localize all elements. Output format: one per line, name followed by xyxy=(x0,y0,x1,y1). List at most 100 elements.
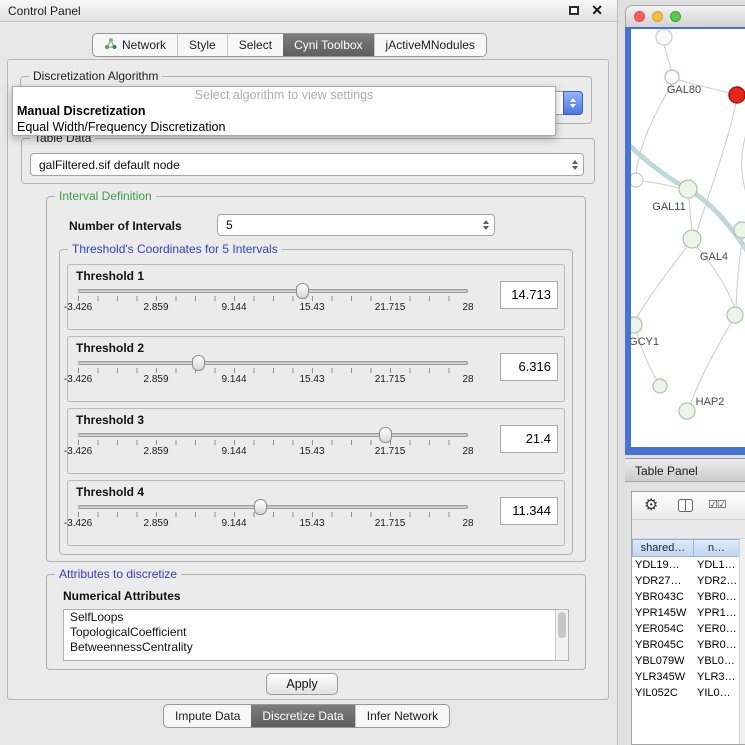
network-window-titlebar[interactable] xyxy=(625,5,745,27)
table-cell[interactable]: YDL1… xyxy=(694,557,740,573)
columns-icon[interactable] xyxy=(678,499,693,517)
table-row[interactable]: YIL052C YIL0… xyxy=(632,685,745,701)
tab-select[interactable]: Select xyxy=(227,34,283,56)
network-node-label: GAL80 xyxy=(667,84,701,96)
table-row[interactable]: YER054C YER0… xyxy=(632,621,745,637)
threshold-box-1: Threshold 1 -3.426 2.859 9.144 15.43 21.… xyxy=(67,264,565,330)
table-cell[interactable]: YBR0… xyxy=(694,589,740,605)
menu-item-equal-width[interactable]: Equal Width/Frequency Discretization xyxy=(13,119,555,135)
network-node[interactable] xyxy=(729,87,745,103)
table-cell[interactable]: YER054C xyxy=(632,621,694,637)
updown-arrows-icon xyxy=(572,154,578,175)
threshold-box-3: Threshold 3 -3.426 2.859 9.144 15.43 21.… xyxy=(67,408,565,474)
network-node[interactable] xyxy=(656,29,672,45)
gear-icon[interactable] xyxy=(644,495,658,515)
tab-label: Select xyxy=(239,38,272,52)
list-scrollbar[interactable] xyxy=(555,610,568,660)
network-edge[interactable] xyxy=(636,84,672,173)
table-panel: shared… n… YDL19… YDL1… YDR27… YDR2… YBR… xyxy=(625,483,745,745)
table-cell[interactable]: YDR27… xyxy=(632,573,694,589)
network-window-frame: GAL80GAL11GAL4GCY1HAP2 xyxy=(625,27,745,455)
threshold-title: Threshold 1 xyxy=(76,269,144,283)
updown-arrows-icon xyxy=(483,215,489,235)
list-item[interactable]: SelfLoops xyxy=(64,610,568,625)
slider-thumb[interactable] xyxy=(379,427,392,443)
table-cell[interactable]: YLR3… xyxy=(694,669,740,685)
network-node[interactable] xyxy=(631,173,643,187)
network-node[interactable] xyxy=(631,317,642,333)
network-node[interactable] xyxy=(734,222,745,238)
tab-cyni-toolbox[interactable]: Cyni Toolbox xyxy=(283,34,373,56)
scrollbar-thumb[interactable] xyxy=(558,612,566,638)
table-cell[interactable]: YIL052C xyxy=(632,685,694,701)
network-edge[interactable] xyxy=(637,248,686,317)
table-column-headers: shared… n… xyxy=(632,539,745,557)
threshold-1-value[interactable]: 14.713 xyxy=(500,281,558,309)
table-row[interactable]: YPR145W YPR1… xyxy=(632,605,745,621)
close-window-icon[interactable] xyxy=(591,2,603,19)
column-header-shared-name[interactable]: shared… xyxy=(632,539,694,557)
list-item[interactable]: BetweennessCentrality xyxy=(64,640,568,655)
network-node[interactable] xyxy=(679,180,697,198)
network-node[interactable] xyxy=(727,307,743,323)
table-row[interactable]: YLR345W YLR3… xyxy=(632,669,745,685)
threshold-3-value[interactable]: 21.4 xyxy=(500,425,558,453)
slider-thumb[interactable] xyxy=(192,355,205,371)
tab-network[interactable]: Network xyxy=(93,34,177,56)
network-edge[interactable] xyxy=(691,323,731,403)
float-window-icon[interactable] xyxy=(569,6,579,15)
network-node[interactable] xyxy=(679,403,695,419)
tab-style[interactable]: Style xyxy=(177,34,227,56)
table-cell[interactable]: YPR1… xyxy=(694,605,740,621)
table-cell[interactable]: YBR045C xyxy=(632,637,694,653)
slider-thumb[interactable] xyxy=(254,499,267,515)
network-edge[interactable] xyxy=(736,238,743,307)
network-graph[interactable]: GAL80GAL11GAL4GCY1HAP2 xyxy=(631,29,745,447)
table-cell[interactable]: YIL0… xyxy=(694,685,740,701)
table-cell[interactable]: YER0… xyxy=(694,621,740,637)
numerical-attributes-list[interactable]: SelfLoops TopologicalCoefficient Between… xyxy=(63,609,569,661)
threshold-4-value[interactable]: 11.344 xyxy=(500,497,558,525)
num-intervals-select[interactable]: 5 xyxy=(217,214,495,236)
tab-jactivemnodules[interactable]: jActiveMNodules xyxy=(374,34,486,56)
table-cell[interactable]: YBR043C xyxy=(632,589,694,605)
table-cell[interactable]: YBL079W xyxy=(632,653,694,669)
table-cell[interactable]: YBR0… xyxy=(694,637,740,653)
slider-thumb[interactable] xyxy=(296,283,309,299)
network-canvas[interactable]: GAL80GAL11GAL4GCY1HAP2 xyxy=(631,29,745,447)
network-edge[interactable] xyxy=(664,45,671,70)
mac-minimize-icon[interactable] xyxy=(652,11,663,22)
threshold-4-slider[interactable] xyxy=(78,505,468,509)
table-cell[interactable]: YLR345W xyxy=(632,669,694,685)
table-scrollbar[interactable] xyxy=(739,540,745,744)
threshold-2-slider[interactable] xyxy=(78,361,468,365)
mac-zoom-icon[interactable] xyxy=(670,11,681,22)
table-row[interactable]: YBL079W YBL0… xyxy=(632,653,745,669)
table-row[interactable]: YDR27… YDR2… xyxy=(632,573,745,589)
tab-infer-network[interactable]: Infer Network xyxy=(355,705,449,727)
network-node[interactable] xyxy=(665,70,679,84)
network-node[interactable] xyxy=(683,230,701,248)
network-node[interactable] xyxy=(653,379,667,393)
table-cell[interactable]: YBL0… xyxy=(694,653,740,669)
table-data-select[interactable]: galFiltered.sif default node xyxy=(30,153,584,176)
table-row[interactable]: YDL19… YDL1… xyxy=(632,557,745,573)
network-edge[interactable] xyxy=(689,198,692,230)
tab-impute-data[interactable]: Impute Data xyxy=(164,705,251,727)
menu-item-manual-discretization[interactable]: Manual Discretization xyxy=(13,103,555,119)
column-header-name[interactable]: n… xyxy=(694,539,740,557)
threshold-title: Threshold 3 xyxy=(76,413,144,427)
table-cell[interactable]: YDR2… xyxy=(694,573,740,589)
table-cell[interactable]: YDL19… xyxy=(632,557,694,573)
table-row[interactable]: YBR043C YBR0… xyxy=(632,589,745,605)
mac-close-icon[interactable] xyxy=(634,11,645,22)
table-cell[interactable]: YPR145W xyxy=(632,605,694,621)
list-item[interactable]: TopologicalCoefficient xyxy=(64,625,568,640)
apply-button[interactable]: Apply xyxy=(266,673,338,695)
table-row[interactable]: YBR045C YBR0… xyxy=(632,637,745,653)
threshold-1-slider[interactable] xyxy=(78,289,468,293)
tab-discretize-data[interactable]: Discretize Data xyxy=(251,705,354,727)
threshold-2-value[interactable]: 6.316 xyxy=(500,353,558,381)
checkboxes-icon[interactable] xyxy=(708,498,726,511)
threshold-3-slider[interactable] xyxy=(78,433,468,437)
